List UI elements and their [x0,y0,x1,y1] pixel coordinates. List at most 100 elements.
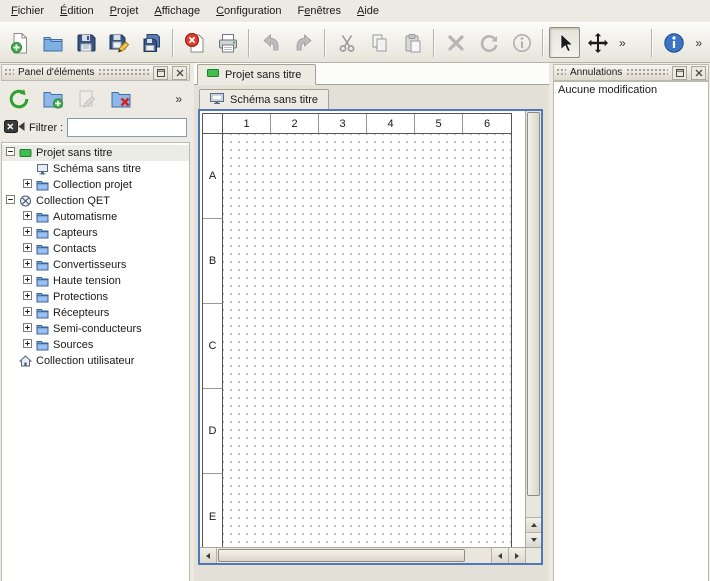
scroll-left-button[interactable] [200,548,217,563]
menu-fichier[interactable]: Fichier [3,2,52,21]
dock-grip[interactable] [626,68,668,77]
reload-collections-button[interactable] [5,85,33,113]
vscroll-thumb[interactable] [527,112,540,496]
menu-label: nêtres [310,5,341,17]
tab-projet-sans-titre[interactable]: Projet sans titre [197,64,316,85]
scroll-left-button[interactable] [491,548,508,563]
clipboard-paste-icon [402,32,424,54]
ruler-column: 4 [367,114,415,134]
save-as-button[interactable] [103,27,134,58]
vertical-scrollbar[interactable] [525,111,541,547]
expand-expander-icon[interactable] [23,211,32,223]
undo-list-item[interactable]: Aucune modification [554,82,708,98]
dock-close-button[interactable] [691,66,706,80]
select-mode-button[interactable] [549,27,580,58]
toolbar-extension-chevron[interactable]: » [691,36,706,50]
tree-item-protections[interactable]: Protections [2,289,189,305]
collapse-expander-icon[interactable] [6,147,15,159]
collapse-expander-icon[interactable] [6,195,15,207]
horizontal-scrollbar[interactable] [200,547,541,563]
edit-element-button [73,85,101,113]
tree-item-project[interactable]: Projet sans titre [2,145,189,161]
close-project-button[interactable] [179,27,210,58]
tree-item-contacts[interactable]: Contacts [2,241,189,257]
tree-item-schema[interactable]: Schéma sans titre [2,161,189,177]
home-icon [19,355,32,367]
expand-expander-icon[interactable] [23,291,32,303]
vscroll-track[interactable] [527,112,540,516]
menu-label: ffichage [162,5,200,17]
project-icon [19,147,32,159]
save-all-button[interactable] [136,27,167,58]
tree-item-collection-utilisateur[interactable]: Collection utilisateur [2,353,189,369]
dock-grip[interactable] [556,68,566,77]
tree-item-sources[interactable]: Sources [2,337,189,353]
tree-item-label: Récepteurs [53,307,109,319]
elements-panel-title: Panel d'éléments [18,67,94,78]
clear-filter-icon[interactable] [4,119,25,137]
menu-aide[interactable]: Aide [349,2,387,21]
expand-expander-icon[interactable] [23,307,32,319]
save-button[interactable] [70,27,101,58]
tree-item-collection-projet[interactable]: Collection projet [2,177,189,193]
menu-label: onfiguration [224,5,282,17]
rotate-icon [478,32,500,54]
folder-icon [36,243,49,255]
print-button[interactable] [212,27,243,58]
undo-panel-titlebar[interactable]: Annulations [553,64,709,81]
delete-element-button[interactable] [107,85,135,113]
toolbar-extension-chevron[interactable]: » [615,36,630,50]
tree-item-semi-conducteurs[interactable]: Semi-conducteurs [2,321,189,337]
dock-grip[interactable] [98,68,149,77]
tree-item-haute-tension[interactable]: Haute tension [2,273,189,289]
tree-item-convertisseurs[interactable]: Convertisseurs [2,257,189,273]
dot-grid-canvas[interactable] [223,134,511,547]
dock-close-button[interactable] [172,66,187,80]
dock-float-button[interactable] [153,66,168,80]
scroll-down-button[interactable] [526,532,541,547]
filter-input[interactable] [67,118,187,137]
expand-expander-icon[interactable] [23,259,32,271]
expand-expander-icon[interactable] [23,227,32,239]
scissors-icon [336,32,358,54]
expand-expander-icon[interactable] [23,243,32,255]
new-element-button[interactable] [39,85,67,113]
schema-icon [36,163,49,175]
scroll-right-button[interactable] [508,548,525,563]
expand-expander-icon[interactable] [23,179,32,191]
scroll-up-button[interactable] [526,517,541,532]
floppy-stack-icon [141,32,163,54]
folder-icon [36,339,49,351]
expand-expander-icon[interactable] [23,323,32,335]
menu-fenetres[interactable]: Fenêtres [290,2,349,21]
hscroll-thumb[interactable] [218,549,465,562]
expand-expander-icon[interactable] [23,339,32,351]
menu-affichage[interactable]: Affichage [146,2,208,21]
expand-expander-icon[interactable] [23,275,32,287]
menu-configuration[interactable]: Configuration [208,2,289,21]
new-project-button[interactable] [4,27,35,58]
about-qet-button[interactable] [658,27,689,58]
dock-grip[interactable] [4,68,14,77]
diagram-view-frame: 1 2 3 4 5 6 A B C D E [198,109,543,565]
elements-tree: Projet sans titre Schéma sans titre Coll… [1,142,190,581]
tree-item-recepteurs[interactable]: Récepteurs [2,305,189,321]
dock-float-button[interactable] [672,66,687,80]
diagram-viewport[interactable]: 1 2 3 4 5 6 A B C D E [200,111,525,547]
menu-label: A [154,5,161,17]
tab-schema-sans-titre[interactable]: Schéma sans titre [199,89,329,109]
menu-projet[interactable]: Projet [102,2,147,21]
delete-button [440,27,471,58]
scroll-mode-button[interactable] [582,27,613,58]
panel-extension-chevron[interactable]: » [171,92,186,106]
elements-panel-titlebar[interactable]: Panel d'éléments [1,64,190,81]
tree-item-automatisme[interactable]: Automatisme [2,209,189,225]
open-project-button[interactable] [37,27,68,58]
tree-item-capteurs[interactable]: Capteurs [2,225,189,241]
printer-icon [217,32,239,54]
tree-item-collection-qet[interactable]: Collection QET [2,193,189,209]
ruler-row: E [203,474,223,547]
hscroll-track[interactable] [217,549,491,562]
project-icon [207,68,219,81]
menu-edition[interactable]: Édition [52,2,102,21]
